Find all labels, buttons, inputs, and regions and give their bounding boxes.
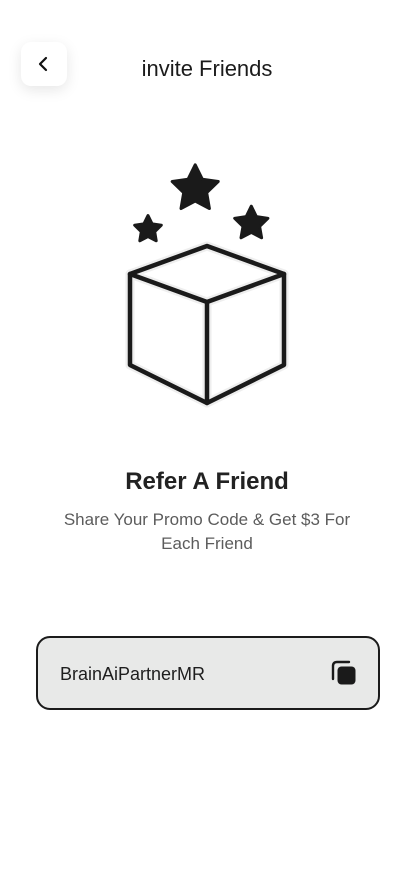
star-large	[170, 163, 220, 210]
copy-icon	[330, 659, 358, 687]
refer-heading: Refer A Friend	[125, 468, 289, 495]
promo-code-field[interactable]: BrainAiPartnerMR	[36, 636, 380, 710]
gift-box-with-stars-icon	[117, 160, 297, 410]
copy-button[interactable]	[330, 659, 358, 687]
star-left	[133, 214, 163, 243]
page-title: invite Friends	[141, 56, 273, 81]
refer-subtitle: Share Your Promo Code & Get $3 For Each …	[63, 510, 351, 553]
promo-code-text: BrainAiPartnerMR	[60, 664, 206, 684]
star-right	[233, 204, 270, 240]
